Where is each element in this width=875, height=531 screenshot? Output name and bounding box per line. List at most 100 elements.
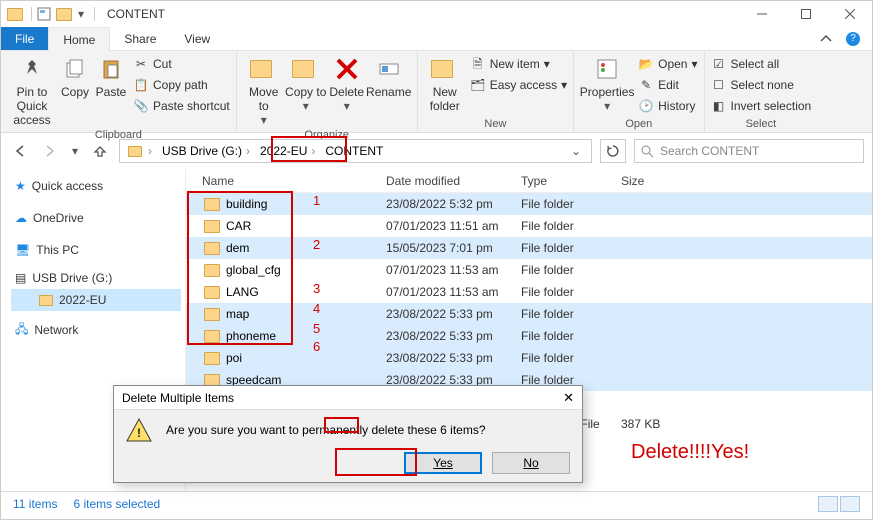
- recent-dropdown[interactable]: ▾: [69, 140, 81, 162]
- invert-selection-button[interactable]: ◧Invert selection: [711, 97, 812, 115]
- delete-button[interactable]: Delete ▾: [327, 53, 367, 113]
- cut-button[interactable]: ✂Cut: [133, 55, 230, 73]
- col-header-size[interactable]: Size: [621, 174, 721, 188]
- easy-access-button[interactable]: 🗂Easy access▾: [470, 76, 567, 94]
- new-item-button[interactable]: 🗎New item▾: [470, 55, 567, 73]
- minimize-ribbon-button[interactable]: [820, 33, 832, 45]
- search-input[interactable]: Search CONTENT: [634, 139, 864, 163]
- new-folder-button[interactable]: New folder: [424, 53, 466, 113]
- file-row[interactable]: CAR07/01/2023 11:51 amFile folder: [186, 215, 872, 237]
- tab-view[interactable]: View: [170, 27, 224, 50]
- separator: [94, 7, 95, 21]
- qat-newfolder-icon[interactable]: [56, 6, 72, 22]
- back-button[interactable]: [9, 140, 31, 162]
- file-name: phoneme: [226, 329, 276, 343]
- file-row[interactable]: poi23/08/2022 5:33 pmFile folder: [186, 347, 872, 369]
- paste-shortcut-button[interactable]: 📎Paste shortcut: [133, 97, 230, 115]
- qat-dropdown-icon[interactable]: ▾: [76, 6, 86, 22]
- view-large-button[interactable]: [840, 496, 860, 512]
- copy-button[interactable]: Copy: [57, 53, 93, 99]
- maximize-button[interactable]: [784, 1, 828, 27]
- file-row[interactable]: global_cfg07/01/2023 11:53 amFile folder: [186, 259, 872, 281]
- file-name: map: [226, 307, 249, 321]
- nav-this-pc[interactable]: 🖥 This PC: [11, 239, 181, 261]
- file-row[interactable]: LANG07/01/2023 11:53 amFile folder: [186, 281, 872, 303]
- nav-onedrive[interactable]: ☁ OneDrive: [11, 207, 181, 229]
- group-label-open: Open: [580, 118, 697, 130]
- col-header-date[interactable]: Date modified: [386, 174, 521, 188]
- properties-button[interactable]: Properties ▾: [580, 53, 634, 113]
- select-none-button[interactable]: ☐Select none: [711, 76, 812, 94]
- forward-button[interactable]: [39, 140, 61, 162]
- pin-label: Pin to Quick access: [7, 85, 57, 127]
- svg-text:!: !: [137, 426, 141, 440]
- tab-home[interactable]: Home: [48, 27, 110, 51]
- open-button[interactable]: 📂Open▾: [638, 55, 697, 73]
- file-list-header: Name Date modified Type Size: [186, 169, 872, 193]
- crumb-seg1[interactable]: 2022-EU›: [256, 144, 319, 158]
- select-all-button[interactable]: ☑Select all: [711, 55, 812, 73]
- up-button[interactable]: [89, 140, 111, 162]
- breadcrumb[interactable]: › USB Drive (G:)› 2022-EU› CONTENT ⌄: [119, 139, 592, 163]
- file-name: poi: [226, 351, 242, 365]
- edit-button[interactable]: ✎Edit: [638, 76, 697, 94]
- file-row[interactable]: dem15/05/2023 7:01 pmFile folder: [186, 237, 872, 259]
- ribbon-group-open: Properties ▾ 📂Open▾ ✎Edit 🕑History Open: [574, 51, 704, 132]
- status-selected-count: 6 items selected: [73, 497, 160, 511]
- help-button[interactable]: ?: [846, 32, 860, 46]
- dialog-message: Are you sure you want to permanently del…: [166, 423, 486, 437]
- breadcrumb-dropdown-icon[interactable]: ⌄: [571, 144, 581, 158]
- col-header-type[interactable]: Type: [521, 174, 621, 188]
- paste-button[interactable]: Paste: [93, 53, 129, 99]
- copy-to-button[interactable]: Copy to ▾: [285, 53, 327, 113]
- easy-access-icon: 🗂: [470, 77, 486, 93]
- nav-network[interactable]: 🖧 Network: [11, 319, 181, 341]
- view-details-button[interactable]: [818, 496, 838, 512]
- dialog-no-button[interactable]: No: [492, 452, 570, 474]
- rename-button[interactable]: Rename: [367, 53, 411, 99]
- file-row[interactable]: phoneme23/08/2022 5:33 pmFile folder: [186, 325, 872, 347]
- nav-quick-access[interactable]: ★ Quick access: [11, 175, 181, 197]
- folder-icon: [204, 198, 220, 211]
- group-label-new: New: [424, 118, 567, 130]
- file-row[interactable]: building23/08/2022 5:32 pmFile folder: [186, 193, 872, 215]
- qat-properties-icon[interactable]: [36, 6, 52, 22]
- search-icon: [641, 145, 654, 158]
- tab-file[interactable]: File: [1, 27, 48, 50]
- separator: [31, 7, 32, 21]
- ribbon-tabs: File Home Share View ?: [1, 27, 872, 51]
- file-size: 387 KB: [621, 417, 721, 431]
- folder-icon: [204, 308, 220, 321]
- file-name: building: [226, 197, 267, 211]
- history-button[interactable]: 🕑History: [638, 97, 697, 115]
- file-row[interactable]: map23/08/2022 5:33 pmFile folder: [186, 303, 872, 325]
- copy-path-icon: 📋: [133, 77, 149, 93]
- file-name: CAR: [226, 219, 251, 233]
- nav-2022-eu[interactable]: 2022-EU: [11, 289, 181, 311]
- title-bar: ▾ CONTENT: [1, 1, 872, 27]
- crumb-seg2[interactable]: CONTENT: [321, 144, 387, 158]
- pin-quick-access-button[interactable]: Pin to Quick access: [7, 53, 57, 127]
- ribbon-group-clipboard: Pin to Quick access Copy Paste ✂Cut 📋Cop…: [1, 51, 237, 132]
- folder-icon: [204, 242, 220, 255]
- close-button[interactable]: [828, 1, 872, 27]
- file-name: dem: [226, 241, 249, 255]
- refresh-button[interactable]: [600, 139, 626, 163]
- window-title: CONTENT: [107, 7, 165, 21]
- delete-dialog: Delete Multiple Items ✕ ! Are you sure y…: [113, 385, 583, 483]
- minimize-button[interactable]: [740, 1, 784, 27]
- paste-shortcut-icon: 📎: [133, 98, 149, 114]
- tab-share[interactable]: Share: [110, 27, 170, 50]
- rename-label: Rename: [366, 85, 411, 99]
- select-all-icon: ☑: [711, 56, 727, 72]
- file-date: 07/01/2023 11:53 am: [386, 263, 521, 277]
- ribbon-group-select: ☑Select all ☐Select none ◧Invert selecti…: [705, 51, 818, 132]
- move-to-button[interactable]: Move to ▾: [243, 53, 285, 127]
- dialog-close-button[interactable]: ✕: [563, 386, 574, 410]
- file-type: File folder: [521, 219, 621, 233]
- copy-path-button[interactable]: 📋Copy path: [133, 76, 230, 94]
- nav-usb-drive[interactable]: ▤ USB Drive (G:): [11, 267, 181, 289]
- col-header-name[interactable]: Name: [186, 174, 386, 188]
- crumb-drive[interactable]: USB Drive (G:)›: [158, 144, 254, 158]
- dialog-yes-button[interactable]: Yes: [404, 452, 482, 474]
